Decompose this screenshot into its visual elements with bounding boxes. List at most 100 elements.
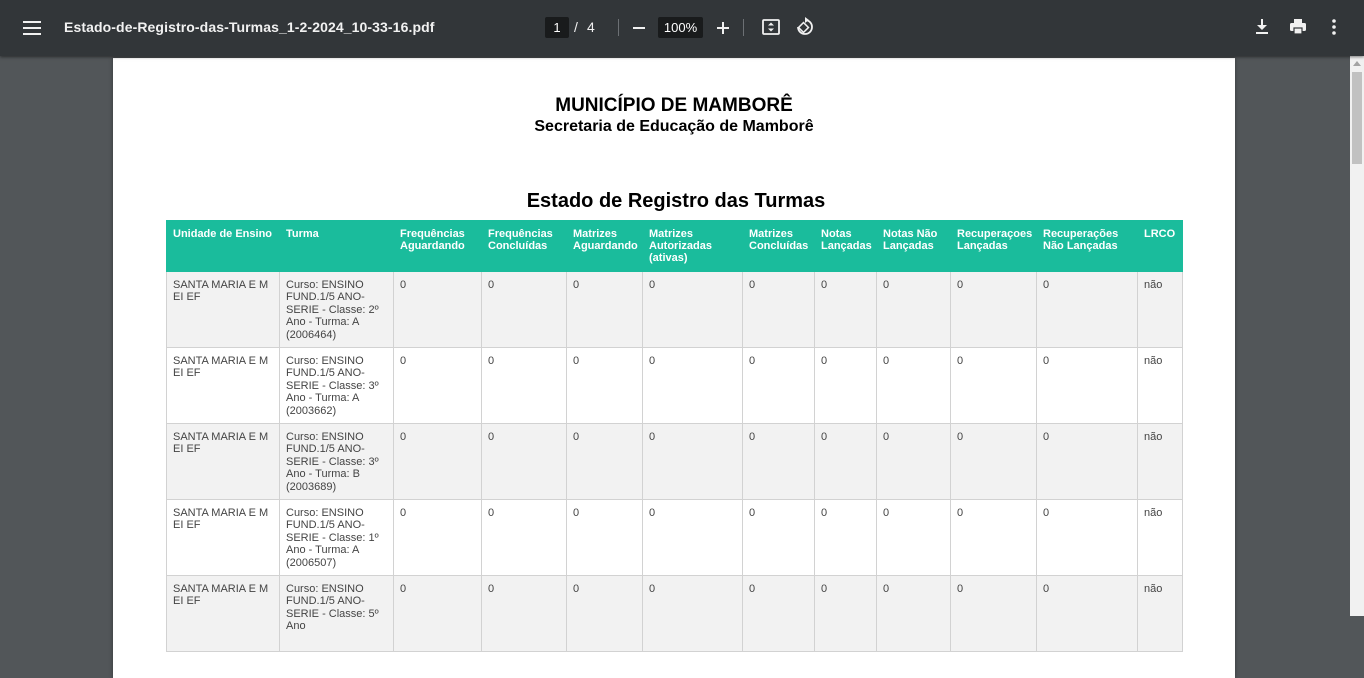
page-number-input[interactable]: 1 (545, 17, 569, 38)
table-row: SANTA MARIA E M EI EF Curso: ENSINO FUND… (166, 271, 1183, 348)
table-cell: 0 (814, 271, 877, 348)
column-header: Unidade de Ensino (166, 220, 280, 272)
table-cell: 0 (742, 271, 815, 348)
org-name: MUNICÍPIO DE MAMBORÊ (555, 95, 793, 116)
table-row: SANTA MARIA E M EI EF Curso: ENSINO FUND… (166, 423, 1183, 500)
table-cell: 0 (742, 499, 815, 576)
table-cell: 0 (393, 271, 482, 348)
pdf-page: MUNICÍPIO DE MAMBORÊ Secretaria de Educa… (113, 58, 1235, 678)
table-cell: 0 (393, 575, 482, 652)
rotate-icon[interactable] (790, 13, 818, 41)
org-department: Secretaria de Educação de Mamborê (534, 118, 814, 135)
column-header: Matrizes Concluídas (742, 220, 815, 272)
table-cell: 0 (742, 575, 815, 652)
table-cell: 0 (566, 271, 643, 348)
registro-table: Unidade de Ensino Turma Frequências Agua… (166, 220, 1183, 652)
table-cell: 0 (642, 499, 743, 576)
table-cell: 0 (1036, 347, 1138, 424)
column-header: Frequências Concluídas (481, 220, 567, 272)
table-cell: SANTA MARIA E M EI EF (166, 423, 280, 500)
zoom-level-input[interactable]: 100% (658, 17, 703, 38)
table-cell: 0 (814, 499, 877, 576)
table-cell: não (1137, 499, 1183, 576)
table-cell: 0 (481, 271, 567, 348)
document-filename: Estado-de-Registro-das-Turmas_1-2-2024_1… (64, 19, 435, 35)
table-cell: 0 (876, 347, 951, 424)
table-row: SANTA MARIA E M EI EF Curso: ENSINO FUND… (166, 499, 1183, 576)
table-row: SANTA MARIA E M EI EF Curso: ENSINO FUND… (166, 575, 1183, 652)
table-cell: 0 (814, 347, 877, 424)
column-header: Matrizes Aguardando (566, 220, 643, 272)
table-cell: 0 (642, 575, 743, 652)
table-cell: SANTA MARIA E M EI EF (166, 575, 280, 652)
table-cell: SANTA MARIA E M EI EF (166, 271, 280, 348)
table-cell: 0 (950, 347, 1037, 424)
more-vert-icon[interactable] (1320, 13, 1348, 41)
table-cell: não (1137, 271, 1183, 348)
table-cell: 0 (742, 423, 815, 500)
table-cell: não (1137, 423, 1183, 500)
column-header: Notas Lançadas (814, 220, 877, 272)
table-cell: 0 (642, 347, 743, 424)
table-cell: Curso: ENSINO FUND.1/5 ANO-SERIE - Class… (279, 499, 394, 576)
table-cell: 0 (566, 499, 643, 576)
table-cell: 0 (1036, 575, 1138, 652)
column-header: Frequências Aguardando (393, 220, 482, 272)
table-cell: 0 (1036, 423, 1138, 500)
column-header: Recuperaçoes Lançadas (950, 220, 1037, 272)
toolbar-divider (743, 19, 744, 36)
download-icon[interactable] (1248, 13, 1276, 41)
menu-icon[interactable] (20, 16, 44, 40)
toolbar-divider (618, 19, 619, 36)
pdf-toolbar: Estado-de-Registro-das-Turmas_1-2-2024_1… (0, 0, 1364, 56)
column-header: Matrizes Autorizadas (ativas) (642, 220, 743, 272)
table-cell: 0 (566, 575, 643, 652)
column-header: Turma (279, 220, 394, 272)
column-header: Notas Não Lançadas (876, 220, 951, 272)
table-cell: 0 (393, 347, 482, 424)
zoom-in-icon[interactable] (709, 14, 737, 42)
table-cell: 0 (481, 423, 567, 500)
table-cell: 0 (566, 423, 643, 500)
page-total: 4 (587, 19, 595, 35)
table-cell: Curso: ENSINO FUND.1/5 ANO-SERIE - Class… (279, 347, 394, 424)
table-cell: 0 (950, 575, 1037, 652)
table-header-row: Unidade de Ensino Turma Frequências Agua… (166, 220, 1183, 272)
table-cell: 0 (566, 347, 643, 424)
table-cell: SANTA MARIA E M EI EF (166, 499, 280, 576)
table-row: SANTA MARIA E M EI EF Curso: ENSINO FUND… (166, 347, 1183, 424)
table-cell: Curso: ENSINO FUND.1/5 ANO-SERIE - Class… (279, 423, 394, 500)
zoom-out-icon[interactable] (625, 14, 653, 42)
print-icon[interactable] (1284, 13, 1312, 41)
table-cell: 0 (876, 575, 951, 652)
table-cell: 0 (814, 423, 877, 500)
table-cell: Curso: ENSINO FUND.1/5 ANO-SERIE - Class… (279, 575, 394, 652)
table-cell: 0 (393, 423, 482, 500)
table-cell: 0 (950, 499, 1037, 576)
column-header: LRCO (1137, 220, 1183, 272)
table-cell: 0 (876, 499, 951, 576)
table-cell: 0 (481, 499, 567, 576)
column-header: Recuperações Não Lançadas (1036, 220, 1138, 272)
table-cell: 0 (642, 271, 743, 348)
table-cell: não (1137, 347, 1183, 424)
table-cell: 0 (742, 347, 815, 424)
table-cell: 0 (876, 271, 951, 348)
page-separator: / (574, 19, 578, 35)
table-cell: 0 (1036, 271, 1138, 348)
table-cell: 0 (393, 499, 482, 576)
table-cell: 0 (481, 347, 567, 424)
table-cell: 0 (481, 575, 567, 652)
table-cell: SANTA MARIA E M EI EF (166, 347, 280, 424)
table-cell: 0 (642, 423, 743, 500)
table-cell: Curso: ENSINO FUND.1/5 ANO-SERIE - Class… (279, 271, 394, 348)
table-cell: 0 (814, 575, 877, 652)
scroll-up-arrow-icon[interactable] (1353, 61, 1361, 66)
fit-page-icon[interactable] (757, 13, 785, 41)
table-cell: 0 (876, 423, 951, 500)
table-cell: 0 (950, 271, 1037, 348)
table-cell: 0 (1036, 499, 1138, 576)
report-title: Estado de Registro das Turmas (526, 190, 826, 212)
table-cell: não (1137, 575, 1183, 652)
scrollbar-thumb[interactable] (1352, 72, 1362, 164)
